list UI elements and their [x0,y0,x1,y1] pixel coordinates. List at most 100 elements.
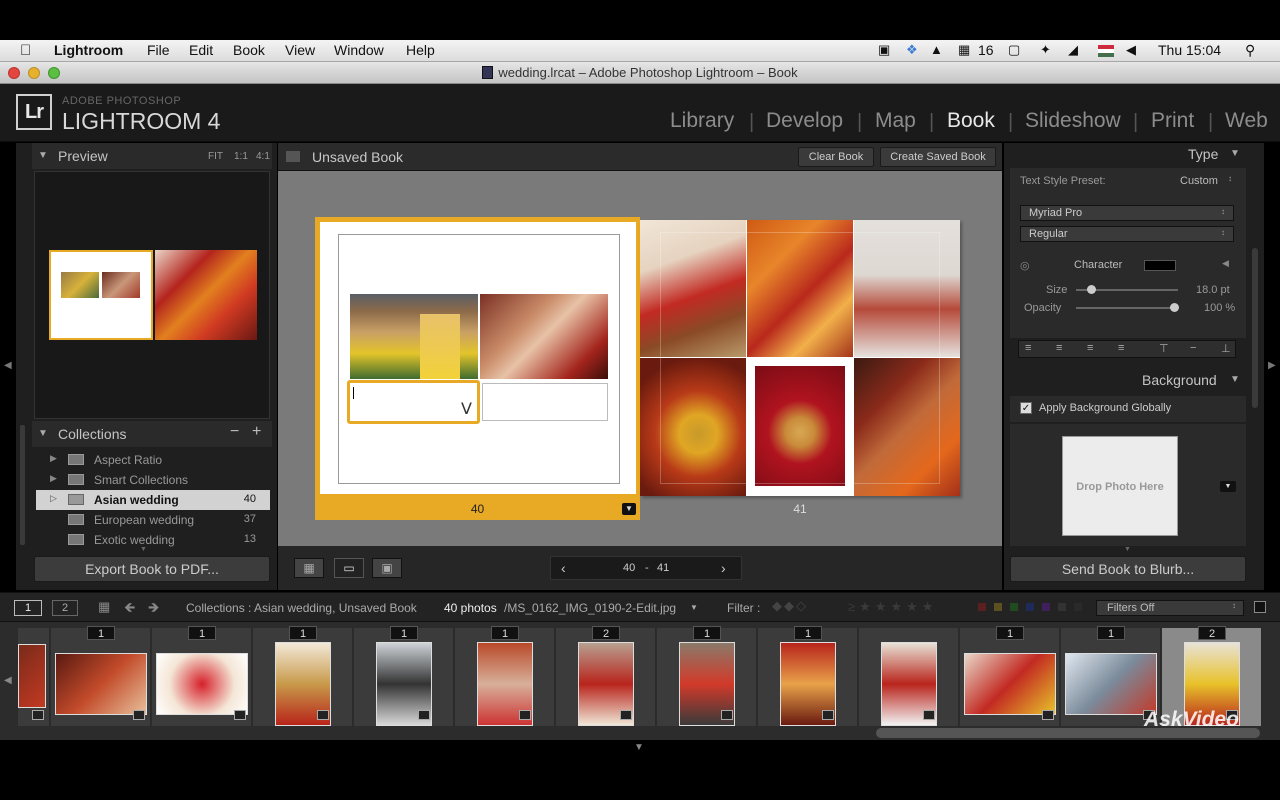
drop-photo-well[interactable]: Drop Photo Here [1062,436,1178,536]
align-left-icon[interactable]: ≡ [1025,342,1031,354]
filmstrip-left-arrow-icon[interactable]: ◀ [4,675,12,686]
filmstrip-thumb[interactable]: 1 [354,626,454,726]
opacity-slider-knob[interactable] [1170,303,1179,312]
collections-header[interactable]: ▼ Collections − + [32,421,272,447]
opacity-value[interactable]: 100 % [1204,302,1235,314]
single-page-view-icon[interactable]: ▣ [372,558,402,578]
back-arrow-icon[interactable]: 🡸 [124,597,135,621]
multi-page-view-icon[interactable]: ▦ [294,558,324,578]
remove-collection-button[interactable]: − [230,423,239,441]
character-color-swatch[interactable] [1144,260,1176,271]
filter-preset-select[interactable]: Filters Off [1096,600,1244,616]
color-label-red[interactable] [978,603,986,611]
create-saved-book-button[interactable]: Create Saved Book [880,147,996,167]
expand-triangle-icon[interactable]: ▷ [50,493,57,504]
expand-character-icon[interactable]: ◀ [1222,258,1229,269]
text-cell[interactable] [482,383,608,421]
right-panel-toggle-icon[interactable]: ▶ [1268,360,1276,371]
filmstrip-thumb[interactable]: 1 [758,626,858,726]
expand-triangle-icon[interactable]: ▶ [50,473,57,484]
navigator-preview[interactable] [34,171,270,419]
collection-asian-wedding[interactable]: ▷ Asian wedding 40 [36,490,270,510]
collapse-triangle-icon[interactable]: ▼ [1230,374,1240,385]
zoom-fit[interactable]: FIT [208,151,223,162]
filmstrip-thumb[interactable]: 1 [51,626,151,726]
close-window-button[interactable] [8,67,20,79]
volume-icon[interactable]: ◀ [1126,42,1136,58]
left-page[interactable]: Ⅴ [320,222,636,494]
zoom-4-1[interactable]: 4:1 [256,151,270,162]
add-collection-button[interactable]: + [252,423,261,441]
left-panel-toggle-icon[interactable]: ◀ [4,360,12,371]
text-cell-active[interactable]: Ⅴ [347,380,480,424]
adobe-icon[interactable]: ▦ [958,42,970,58]
filmstrip-thumb[interactable]: 1 [152,626,252,726]
main-window-button[interactable]: 1 [14,600,42,616]
dropbox-icon[interactable]: ❖ [906,42,918,58]
filmstrip-thumb[interactable]: 1 [253,626,353,726]
target-adjust-icon[interactable]: ◎ [1020,259,1030,272]
previous-page-button[interactable]: ‹ [561,560,566,576]
collapse-triangle-icon[interactable]: ▼ [38,428,48,439]
preset-select[interactable]: Custom [1180,175,1218,187]
right-page[interactable] [640,220,960,496]
collection-european-wedding[interactable]: European wedding 37 [36,510,270,530]
size-slider-knob[interactable] [1087,285,1097,294]
flag-icon[interactable] [1098,45,1114,57]
background-header[interactable]: Background ▼ [1010,368,1246,392]
color-label-other[interactable] [1074,603,1082,611]
display-icon[interactable]: ▢ [1008,42,1020,58]
filmstrip-thumb[interactable] [18,628,50,726]
grid-view-icon[interactable]: ▦ [98,599,110,615]
align-right-icon[interactable]: ≡ [1087,342,1093,354]
zoom-window-button[interactable] [48,67,60,79]
align-middle-icon[interactable]: − [1190,342,1196,354]
font-select[interactable]: Myriad Pro [1020,205,1234,221]
color-label-none[interactable] [1058,603,1066,611]
spotlight-icon[interactable]: ⚲ [1245,42,1255,59]
type-header[interactable]: Type ▼ [1010,143,1246,167]
filter-lock-icon[interactable] [1254,601,1266,613]
filmstrip-thumb[interactable]: 1 [960,626,1060,726]
style-select[interactable]: Regular [1020,226,1234,242]
star-rating-filter[interactable]: ≥★★★★★ [848,599,937,615]
menu-window[interactable]: Window [334,42,384,58]
bluetooth-icon[interactable]: ✦ [1040,42,1051,58]
book-canvas[interactable]: Ⅴ 40 ▼ 41 [278,171,1002,546]
justify-icon[interactable]: ≡ [1118,342,1124,354]
apple-menu-icon[interactable]:  [20,42,31,59]
menu-help[interactable]: Help [406,42,435,58]
preview-header[interactable]: ▼ Preview FIT 1:1 4:1 [32,143,272,169]
menu-edit[interactable]: Edit [189,42,213,58]
right-panel-scrollbar[interactable] [1252,248,1258,408]
apply-bg-checkbox[interactable]: ✓ [1020,402,1032,414]
collection-exotic-wedding[interactable]: Exotic wedding 13 [36,530,270,550]
module-print[interactable]: Print [1151,109,1194,133]
clear-book-button[interactable]: Clear Book [798,147,874,167]
left-panel-scrollbar[interactable] [20,425,25,545]
module-slideshow[interactable]: Slideshow [1025,109,1121,133]
background-menu-dropdown-icon[interactable]: ▼ [1220,481,1236,492]
module-map[interactable]: Map [875,109,916,133]
next-page-button[interactable]: › [721,560,726,576]
module-book[interactable]: Book [947,109,995,133]
flag-filter-icons[interactable]: ◆◆◇ [772,598,808,614]
filmstrip-thumb[interactable]: 2 [556,626,656,726]
zoom-1-1[interactable]: 1:1 [234,151,248,162]
module-library[interactable]: Library [670,109,734,133]
send-to-blurb-button[interactable]: Send Book to Blurb... [1010,556,1246,582]
wifi-icon[interactable]: ◢ [1068,42,1078,58]
align-center-icon[interactable]: ≡ [1056,342,1062,354]
menu-file[interactable]: File [147,42,170,58]
forward-arrow-icon[interactable]: 🡺 [148,597,159,621]
current-filename[interactable]: /MS_0162_IMG_0190-2-Edit.jpg [504,601,676,615]
export-pdf-button[interactable]: Export Book to PDF... [34,556,270,582]
minimize-window-button[interactable] [28,67,40,79]
clock[interactable]: Thu 15:04 [1158,42,1221,58]
filename-dropdown-icon[interactable]: ▼ [690,603,698,612]
opacity-slider[interactable] [1076,307,1178,309]
photo-cell[interactable] [350,294,478,379]
filmstrip-thumb[interactable]: 1 [657,626,757,726]
color-label-yellow[interactable] [994,603,1002,611]
collection-set-smart-collections[interactable]: ▶ Smart Collections [36,470,270,490]
